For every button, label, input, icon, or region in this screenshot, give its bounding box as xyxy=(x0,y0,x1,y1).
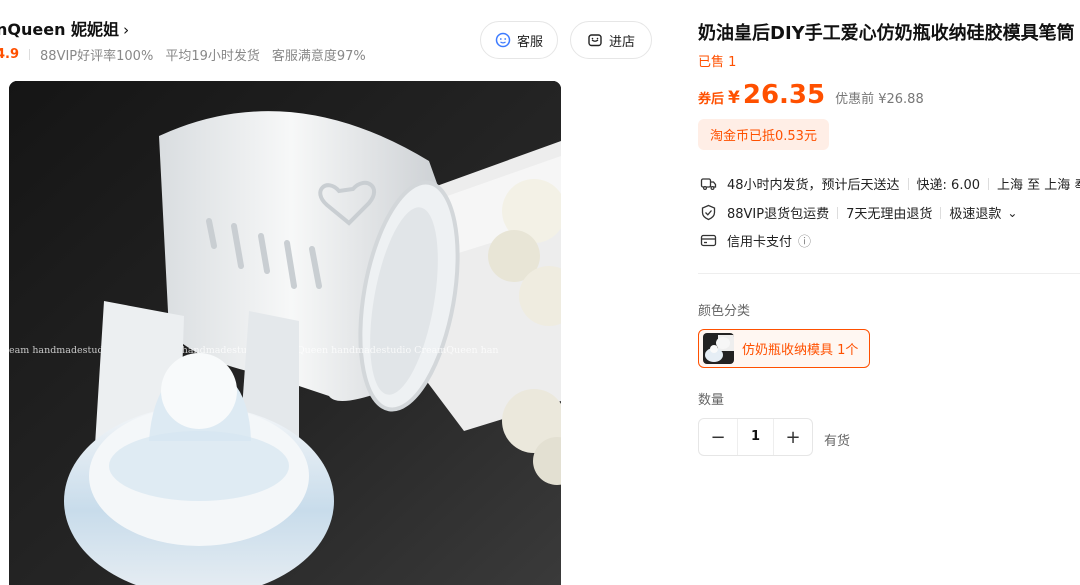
returns-row[interactable]: 88VIP退货包运费 7天无理由退货 极速退款 ⌄ xyxy=(700,203,1017,222)
quantity-label: 数量 xyxy=(698,393,725,408)
shop-stat-shipping: 平均19小时发货 xyxy=(165,49,260,64)
chevron-right-icon: › xyxy=(123,21,130,39)
quantity-input[interactable]: 1 xyxy=(737,419,774,455)
shipping-row[interactable]: 48小时内发货，预计后天送达 快递: 6.00 上海 至 上海 奉 xyxy=(700,174,1080,193)
divider xyxy=(29,49,31,60)
divider xyxy=(940,206,942,219)
shop-score: 4.9 xyxy=(0,47,20,62)
seven-day-return: 7天无理由退货 xyxy=(846,207,933,222)
coupon-price-tag: 券后 xyxy=(698,92,725,107)
shipping-time: 48小时内发货，预计后天送达 xyxy=(727,178,900,193)
shipping-route: 上海 至 上海 奉 xyxy=(997,178,1080,193)
shop-name[interactable]: nQueen 妮妮姐 › xyxy=(0,16,129,40)
shop-stats: 4.9 88VIP好评率100% 平均19小时发货 客服满意度97% xyxy=(0,45,378,64)
taojinbi-badge: 淘金币已抵0.53元 xyxy=(698,119,829,150)
increase-button[interactable]: + xyxy=(774,418,812,456)
sku-thumbnail xyxy=(703,333,734,364)
credit-card-payment: 信用卡支付 xyxy=(727,235,793,250)
vip-return-shipping: 88VIP退货包运费 xyxy=(727,207,830,222)
price-row: 券后 ¥ 26.35 优惠前 ¥26.88 xyxy=(698,80,924,110)
sku-option-label: 仿奶瓶收纳模具 1个 xyxy=(742,343,859,358)
truck-icon xyxy=(700,175,717,192)
divider xyxy=(837,206,839,219)
price-amount: 26.35 xyxy=(742,80,826,110)
quantity-stepper: − 1 + xyxy=(698,418,813,456)
shop-name-label: nQueen 妮妮姐 xyxy=(0,20,120,39)
customer-service-button[interactable]: 客服 xyxy=(480,21,558,59)
customer-service-label: 客服 xyxy=(516,34,543,50)
shield-icon xyxy=(700,204,717,221)
info-icon[interactable]: ⓘ xyxy=(798,231,811,250)
credit-card-icon xyxy=(700,232,717,249)
payment-row[interactable]: 信用卡支付 ⓘ xyxy=(700,231,811,250)
color-category-label: 颜色分类 xyxy=(698,304,751,319)
shop-stat-service: 客服满意度97% xyxy=(271,49,366,64)
chat-icon xyxy=(495,32,511,48)
store-icon xyxy=(587,32,603,48)
sold-count: 已售 1 xyxy=(698,55,737,70)
divider xyxy=(907,177,909,190)
product-main-image[interactable]: eam handmadestudio CreamQueen handmadest… xyxy=(9,81,561,585)
enter-store-label: 进店 xyxy=(608,34,635,50)
chevron-down-icon[interactable]: ⌄ xyxy=(1007,206,1017,220)
sku-option-selected[interactable]: 仿奶瓶收纳模具 1个 xyxy=(698,329,870,368)
decrease-button[interactable]: − xyxy=(699,418,737,456)
divider xyxy=(988,177,990,190)
currency-symbol: ¥ xyxy=(728,88,740,108)
shop-stat-vip: 88VIP好评率100% xyxy=(40,49,154,64)
shipping-fee: 快递: 6.00 xyxy=(916,178,981,193)
stock-status: 有货 xyxy=(824,434,851,449)
original-price: 优惠前 ¥26.88 xyxy=(835,92,924,107)
enter-store-button[interactable]: 进店 xyxy=(570,21,652,59)
product-title: 奶油皇后DIY手工爱心仿奶瓶收纳硅胶模具笔筒 xyxy=(698,23,1075,44)
fast-refund: 极速退款 xyxy=(949,207,1002,222)
section-divider xyxy=(698,273,1080,274)
